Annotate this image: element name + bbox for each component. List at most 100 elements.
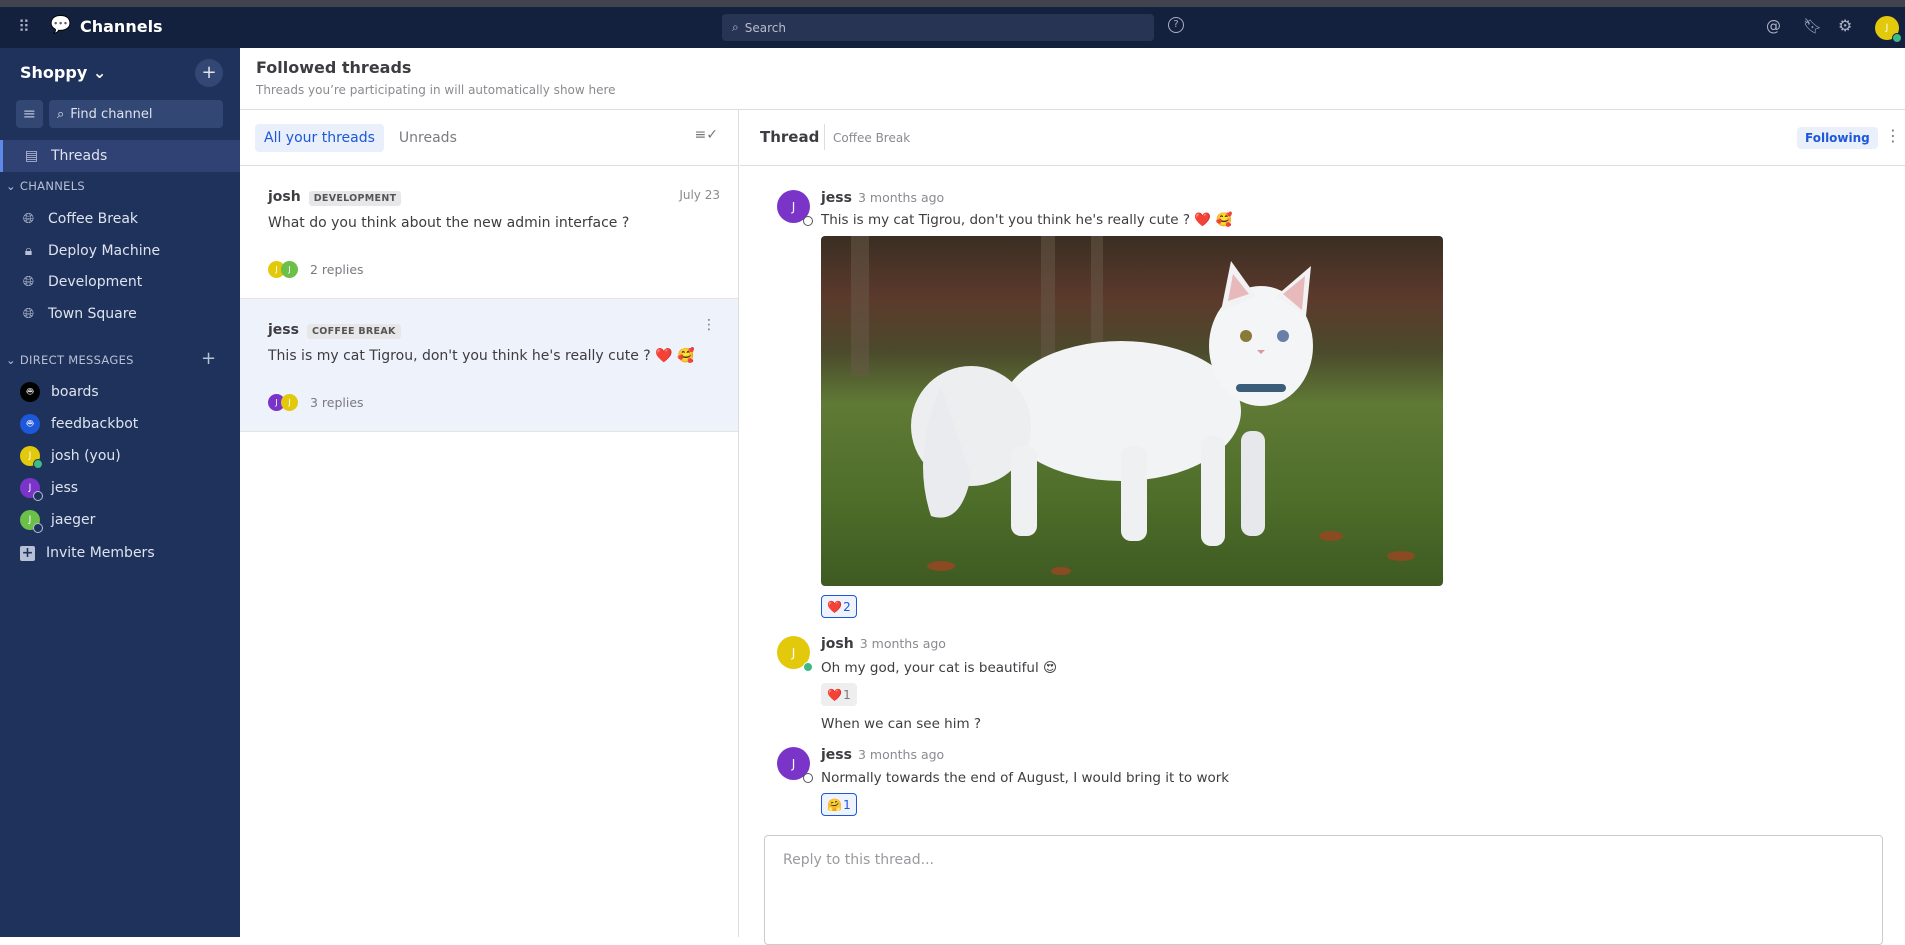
thread-author: josh — [268, 189, 301, 205]
reaction-button[interactable]: ❤️ 2 — [821, 595, 857, 618]
bot-icon: 🤖︎ — [20, 414, 40, 434]
avatar: J — [20, 446, 43, 469]
thread-title: Thread — [760, 128, 820, 146]
filter-icon[interactable]: ≡ — [16, 100, 43, 128]
sidebar-item-coffee-break[interactable]: 🌐︎ Coffee Break — [0, 203, 240, 235]
dm-jaeger[interactable]: Jjaeger — [0, 504, 240, 536]
gear-icon[interactable]: ⚙ — [1838, 16, 1852, 35]
avatar[interactable]: J — [777, 190, 813, 226]
more-icon[interactable]: ⋮ — [1885, 126, 1901, 145]
search-input[interactable]: ⌕ Search — [722, 14, 1154, 41]
avatar: J — [20, 478, 43, 501]
reply-input[interactable]: Reply to this thread... — [764, 835, 1883, 945]
plus-icon: + — [20, 544, 35, 561]
thread-channel[interactable]: Coffee Break — [833, 131, 910, 145]
window-strip — [0, 0, 1905, 7]
sidebar-item-development[interactable]: 🌐︎ Development — [0, 266, 240, 298]
following-button[interactable]: Following — [1797, 127, 1878, 149]
reply-placeholder: Reply to this thread... — [783, 852, 934, 868]
sidebar-item-deploy-machine[interactable]: 🔒︎ Deploy Machine — [0, 235, 240, 267]
tab-all-threads[interactable]: All your threads — [255, 123, 384, 152]
sidebar-item-threads[interactable]: ▤ Threads — [0, 140, 240, 172]
offline-status-icon — [803, 216, 813, 226]
avatar: J — [281, 261, 298, 278]
reaction-button[interactable]: ❤️ 1 — [821, 683, 857, 706]
channels-header[interactable]: ⌄ CHANNELS — [6, 179, 85, 193]
avatar-initial: J — [1885, 23, 1889, 33]
avatar[interactable]: J — [777, 747, 813, 783]
avatar[interactable]: J — [777, 636, 813, 672]
sidebar-item-label: josh (you) — [51, 448, 121, 464]
app-title: Channels — [80, 17, 163, 36]
more-icon[interactable]: ⋮ — [702, 317, 716, 333]
offline-status-icon — [33, 491, 43, 501]
find-channel-label: Find channel — [70, 106, 153, 122]
sidebar-item-label: Town Square — [48, 306, 137, 322]
dm-jess[interactable]: Jjess — [0, 472, 240, 504]
direct-messages-header[interactable]: ⌄ DIRECT MESSAGES — [6, 353, 134, 367]
message-time: 3 months ago — [857, 190, 945, 205]
page-subtitle: Threads you’re participating in will aut… — [256, 83, 616, 97]
thread-item[interactable]: jess COFFEE BREAK ⋮ This is my cat Tigrou… — [240, 299, 738, 432]
mention-icon[interactable]: @ — [1766, 17, 1781, 35]
add-button[interactable]: + — [195, 59, 223, 87]
thread-item[interactable]: josh DEVELOPMENT July 23 What do you thin… — [240, 166, 738, 299]
product-menu-icon[interactable]: ⠿ — [18, 17, 30, 36]
offline-status-icon — [33, 523, 43, 533]
team-name[interactable]: Shoppy ⌄ — [20, 63, 106, 82]
reply-count: 2 replies — [310, 262, 364, 277]
online-status-icon — [33, 459, 43, 469]
search-icon: ⌕ — [732, 20, 739, 34]
page-title: Followed threads — [256, 58, 412, 77]
help-icon[interactable]: ? — [1168, 17, 1184, 33]
search-icon: ⌕ — [57, 106, 65, 122]
search-placeholder: Search — [744, 20, 786, 35]
dm-boards[interactable]: 🤖︎ boards — [0, 376, 240, 408]
cat-image[interactable] — [821, 236, 1443, 586]
lock-icon: 🔒︎ — [24, 243, 33, 259]
message-author[interactable]: jess 3 months ago — [821, 747, 944, 763]
tab-unreads[interactable]: Unreads — [390, 124, 466, 152]
sidebar-item-label: Coffee Break — [48, 211, 139, 227]
avatar: J — [281, 394, 298, 411]
sidebar-item-label: jess — [51, 480, 79, 496]
reply-count: 3 replies — [310, 395, 364, 410]
add-dm-button[interactable]: + — [201, 348, 216, 369]
sidebar-item-label: boards — [51, 384, 99, 400]
sidebar-item-label: jaeger — [51, 512, 96, 528]
globe-icon: 🌐︎ — [22, 211, 35, 227]
bot-icon: 🤖︎ — [20, 382, 40, 402]
sidebar-item-label: Development — [48, 274, 143, 290]
thread-date: July 23 — [679, 188, 720, 202]
reaction-button[interactable]: 🤗 1 — [821, 793, 857, 816]
find-channel-input[interactable]: ⌕ Find channel — [49, 100, 223, 128]
sidebar-item-town-square[interactable]: 🌐︎ Town Square — [0, 298, 240, 330]
message-author[interactable]: josh 3 months ago — [821, 636, 946, 652]
message-text: Oh my god, your cat is beautiful 😍 — [821, 660, 1058, 676]
message-time: 3 months ago — [859, 636, 946, 651]
avatar[interactable]: J — [1875, 16, 1902, 43]
channel-tag: DEVELOPMENT — [308, 191, 402, 206]
thread-text: This is my cat Tigrou, don't you think h… — [268, 348, 695, 364]
sidebar-item-label: feedbackbot — [51, 416, 139, 432]
sidebar-item-label: Deploy Machine — [48, 243, 161, 259]
message-author[interactable]: jess 3 months ago — [821, 190, 944, 206]
sidebar-item-label: Threads — [51, 148, 108, 164]
offline-status-icon — [803, 773, 813, 783]
dm-feedbackbot[interactable]: 🤖︎ feedbackbot — [0, 408, 240, 440]
thread-author: jess — [268, 322, 299, 338]
invite-members-button[interactable]: + Invite Members — [0, 537, 240, 569]
cat-photo — [851, 236, 1415, 575]
thread-list: All your threads Unreads ≡✓ josh DEVELOPM… — [240, 110, 739, 937]
globe-icon: 🌐︎ — [22, 306, 35, 322]
channels-icon: 💬 — [50, 15, 72, 35]
threads-icon: ▤ — [24, 148, 39, 164]
mark-all-read-icon[interactable]: ≡✓ — [695, 127, 718, 143]
message-text: This is my cat Tigrou, don't you think h… — [821, 212, 1233, 228]
sidebar: Shoppy ⌄ + ≡ ⌕ Find channel ▤ Threads ⌄ CH… — [0, 48, 240, 937]
message-time: 3 months ago — [857, 747, 945, 762]
avatar: J — [20, 510, 43, 533]
dm-josh[interactable]: Jjosh (you) — [0, 440, 240, 472]
thread-text: What do you think about the new admin in… — [268, 215, 630, 231]
bookmark-icon[interactable]: 🔖︎ — [1803, 17, 1822, 35]
